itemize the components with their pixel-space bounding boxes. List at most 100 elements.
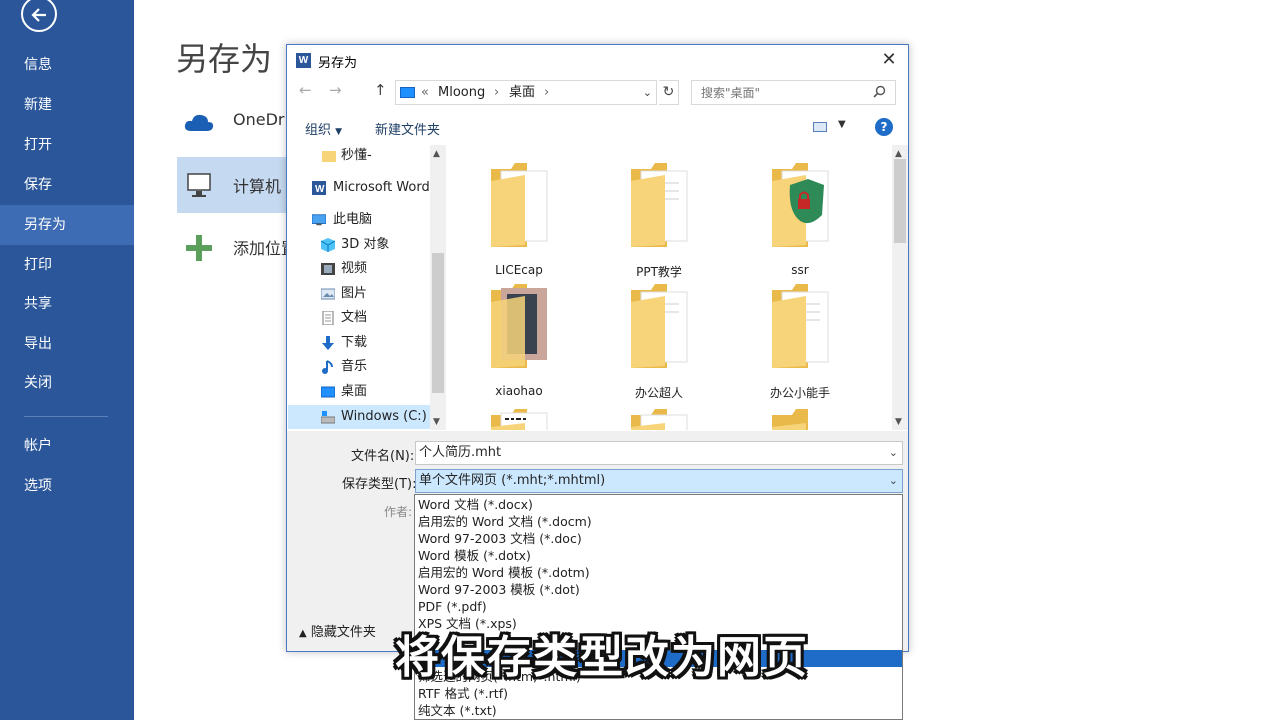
tree-item-videos[interactable]: 视频 <box>288 257 431 281</box>
tree-item-miaodong[interactable]: 秒懂- <box>288 145 431 168</box>
filetype-option[interactable]: RTF 格式 (*.rtf) <box>415 685 902 702</box>
filetype-select[interactable]: 单个文件网页 (*.mht;*.mhtml) ⌄ <box>415 469 903 493</box>
tree-label: 桌面 <box>341 384 368 399</box>
place-onedrive[interactable]: OneDri <box>177 94 297 150</box>
tree-item-microsoft-word[interactable]: W Microsoft Word <box>288 176 431 200</box>
place-computer[interactable]: 计算机 <box>177 157 287 213</box>
crumb-desktop[interactable]: 桌面 <box>509 81 535 104</box>
nav-export[interactable]: 导出 <box>0 324 134 364</box>
forward-arrow-icon[interactable]: → <box>329 81 342 99</box>
file-item-bangong-chaoren[interactable]: 办公超人 <box>599 278 719 400</box>
filetype-option[interactable]: Word 文档 (*.docx) <box>415 496 902 513</box>
folder-lock-icon <box>772 163 829 247</box>
chevron-down-icon[interactable]: ⌄ <box>889 470 898 492</box>
chevron-down-icon[interactable]: ⌄ <box>643 81 652 104</box>
scroll-down-icon[interactable]: ▼ <box>433 417 440 427</box>
filename-label: 文件名(N): <box>351 449 415 464</box>
plus-icon <box>186 235 212 261</box>
filetype-option[interactable]: Word 97-2003 文档 (*.doc) <box>415 530 902 547</box>
filetype-option[interactable]: PDF (*.pdf) <box>415 598 902 615</box>
document-icon <box>322 311 334 325</box>
view-dropdown-icon[interactable]: ▼ <box>838 119 846 130</box>
back-button[interactable] <box>21 0 57 32</box>
tree-label: 音乐 <box>341 359 368 374</box>
tree-item-desktop[interactable]: 桌面 <box>288 380 431 404</box>
file-item-licecap[interactable]: LICEcap <box>459 157 579 277</box>
nav-new[interactable]: 新建 <box>0 85 134 125</box>
search-icon[interactable] <box>873 85 886 98</box>
nav-print[interactable]: 打印 <box>0 245 134 285</box>
filetype-option[interactable]: 启用宏的 Word 模板 (*.dotm) <box>415 564 902 581</box>
tree-label: 图片 <box>341 286 368 301</box>
search-input[interactable] <box>691 80 896 105</box>
file-name: ssr <box>791 263 809 277</box>
nav-divider <box>24 416 108 417</box>
crumb-mloong[interactable]: Mloong <box>438 81 485 104</box>
crumb-separator-icon: › <box>544 85 550 100</box>
tree-item-windows-c[interactable]: Windows (C:) <box>288 405 431 429</box>
hide-folders-button[interactable]: ▲ 隐藏文件夹 <box>299 621 376 640</box>
chevron-down-icon[interactable]: ⌄ <box>889 442 898 464</box>
arrow-left-icon <box>31 8 46 22</box>
nav-saveas[interactable]: 另存为 <box>0 205 134 245</box>
filename-input[interactable]: 个人简历.mht ⌄ <box>415 441 903 465</box>
music-icon <box>322 360 333 374</box>
file-name: 办公小能手 <box>769 386 830 400</box>
nav-account[interactable]: 帐户 <box>0 426 134 466</box>
scroll-thumb[interactable] <box>432 253 444 393</box>
scroll-thumb[interactable] <box>894 159 906 243</box>
folder-icon <box>322 151 336 162</box>
help-icon[interactable]: ? <box>875 118 893 136</box>
tree-label: 下载 <box>341 335 368 350</box>
close-button[interactable]: ✕ <box>878 49 900 70</box>
file-name: LICEcap <box>495 263 543 277</box>
filetype-option[interactable]: 启用宏的 Word 文档 (*.docm) <box>415 513 902 530</box>
nav-save[interactable]: 保存 <box>0 165 134 205</box>
nav-open[interactable]: 打开 <box>0 125 134 165</box>
file-name: 办公超人 <box>634 386 683 400</box>
address-prefix[interactable]: « <box>421 81 429 104</box>
scroll-up-icon[interactable]: ▲ <box>895 149 902 159</box>
tree-item-this-pc[interactable]: 此电脑 <box>288 208 431 232</box>
dropdown-caret-icon: ▼ <box>335 127 343 137</box>
folder-icon <box>772 284 829 368</box>
place-add[interactable]: 添加位置 <box>177 219 297 275</box>
tree-item-3d-objects[interactable]: 3D 对象 <box>288 233 431 257</box>
file-item-folder[interactable] <box>459 403 579 430</box>
tree-item-downloads[interactable]: 下载 <box>288 331 431 355</box>
refresh-button[interactable]: ↻ <box>659 80 679 105</box>
tree-scrollbar[interactable]: ▲ ▼ <box>430 145 446 430</box>
scroll-up-icon[interactable]: ▲ <box>433 149 440 159</box>
address-bar[interactable]: « Mloong › 桌面 › ⌄ <box>395 80 657 105</box>
up-arrow-icon[interactable]: ↑ <box>374 81 387 99</box>
view-icon[interactable] <box>813 122 827 132</box>
nav-share[interactable]: 共享 <box>0 284 134 324</box>
file-item-bangong-xiaonengshou[interactable]: 办公小能手 <box>740 278 860 400</box>
nav-close[interactable]: 关闭 <box>0 363 134 403</box>
tree-item-music[interactable]: 音乐 <box>288 355 431 379</box>
file-item-ssr[interactable]: ssr <box>740 157 860 277</box>
computer-icon <box>187 173 211 197</box>
file-item-folder[interactable] <box>740 403 860 430</box>
filetype-option[interactable]: Word 97-2003 模板 (*.dot) <box>415 581 902 598</box>
filetype-option[interactable]: 纯文本 (*.txt) <box>415 702 902 719</box>
tree-item-pictures[interactable]: 图片 <box>288 282 431 306</box>
tree-label: 3D 对象 <box>341 237 390 252</box>
file-item-ppt[interactable]: PPT教学 <box>599 157 719 279</box>
chevron-up-icon: ▲ <box>299 628 307 639</box>
new-folder-button[interactable]: 新建文件夹 <box>375 119 440 138</box>
filetype-value: 单个文件网页 (*.mht;*.mhtml) <box>419 473 606 488</box>
folder-icon <box>491 409 548 430</box>
filetype-option[interactable]: Word 模板 (*.dotx) <box>415 547 902 564</box>
organize-button[interactable]: 组织 ▼ <box>305 119 342 138</box>
files-scrollbar[interactable]: ▲ ▼ <box>892 145 908 430</box>
file-item-folder[interactable] <box>599 403 719 430</box>
nav-info[interactable]: 信息 <box>0 45 134 85</box>
pc-icon <box>312 214 326 226</box>
nav-options[interactable]: 选项 <box>0 466 134 506</box>
back-arrow-icon[interactable]: ← <box>299 81 312 99</box>
tree-item-documents[interactable]: 文档 <box>288 306 431 330</box>
tree-label: 文档 <box>341 310 368 325</box>
scroll-down-icon[interactable]: ▼ <box>895 417 902 427</box>
file-item-xiaohao[interactable]: xiaohao <box>459 278 579 398</box>
